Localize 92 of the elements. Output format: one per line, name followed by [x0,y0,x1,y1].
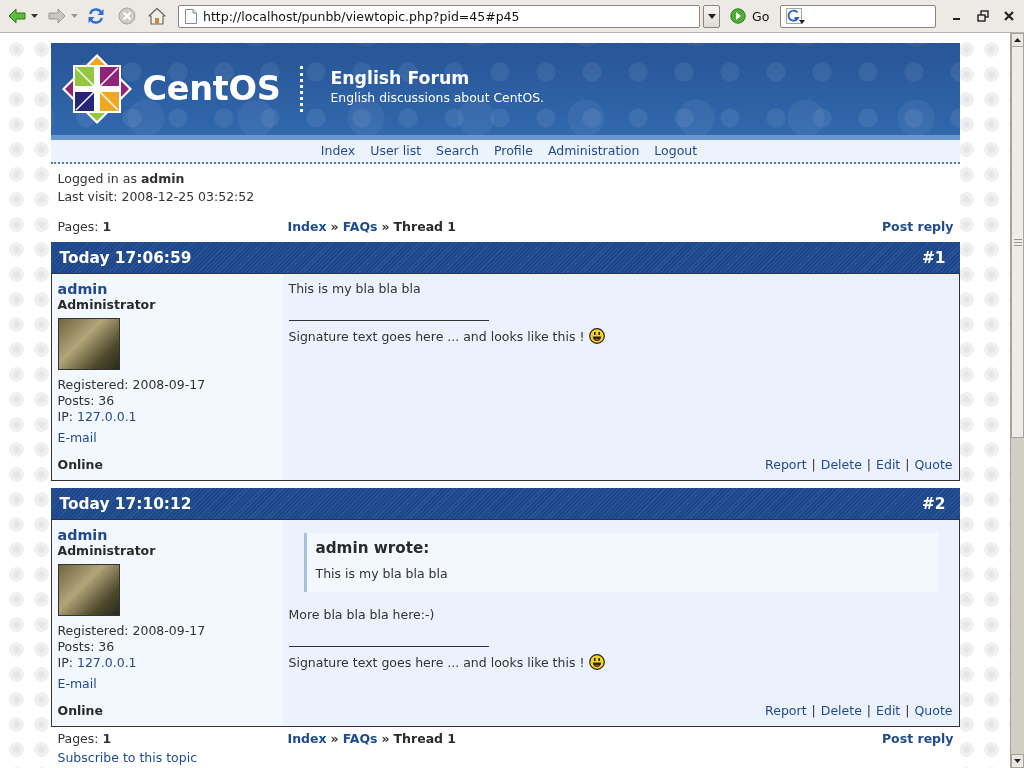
pages-label: Pages: 1 [57,730,113,748]
action-separator: | [811,457,816,473]
quote-author: admin wrote: [315,539,431,557]
pinwheel-logo-icon [60,53,133,125]
post-action-link[interactable]: Edit [876,457,901,473]
photo-placeholder [57,318,120,370]
dropdown-caret-icon[interactable] [31,14,38,18]
smiley-icon [589,328,606,344]
post-number[interactable]: #2 [921,494,946,513]
breadcrumb-separator: » [330,730,339,748]
breadcrumb-link[interactable]: Index [287,218,327,236]
last-visit: Last visit: 2008-12-25 03:52:52 [57,188,256,206]
post-action-link[interactable]: Report [765,703,807,719]
breadcrumb-current: Thread 1 [393,218,457,236]
forum-title: English Forum [330,67,471,89]
online-status: Online [57,457,103,473]
action-separator: | [811,703,816,719]
nav-link[interactable]: User list [370,140,422,162]
signature-text: Signature text goes here ... and looks like this ! [288,328,585,346]
forward-arrow-icon[interactable] [48,7,66,25]
go-button[interactable]: Go [730,8,770,24]
url-field[interactable]: http://localhost/punbb/viewtopic.php?pid=45#p45 [178,4,700,28]
registered-date: Registered: 2008-09-17 [57,623,206,639]
nav-link[interactable]: Profile [494,140,533,162]
home-icon[interactable] [148,7,166,25]
breadcrumb-separator: » [330,218,339,236]
online-status: Online [57,703,103,719]
breadcrumb-current: Thread 1 [393,730,457,748]
subscribe-link[interactable]: Subscribe to this topic [57,750,198,766]
search-field[interactable] [780,4,937,28]
post-action-link[interactable]: Delete [820,703,862,719]
url-dropdown-button[interactable] [703,4,720,28]
author-name[interactable]: admin [57,280,108,298]
close-icon[interactable] [1003,10,1016,22]
scroll-thumb[interactable] [1011,47,1024,438]
stop-icon[interactable] [118,7,136,25]
caret-down-icon [1014,759,1021,763]
smiley-icon [589,654,606,670]
post-count: Posts: 36 [57,393,115,409]
photo-placeholder [57,564,120,616]
breadcrumb-link[interactable]: Index [287,730,327,748]
post-action-link[interactable]: Delete [820,457,862,473]
message-text: This is my bla bla bla [288,280,422,298]
ip-link[interactable]: 127.0.0.1 [76,409,137,425]
action-separator: | [866,457,872,473]
breadcrumb-link[interactable]: FAQs [342,218,378,236]
pages-label: Pages: 1 [57,218,113,236]
action-separator: | [905,457,910,473]
search-engine-icon [786,7,807,25]
post-time: Today 17:10:12 [59,494,192,513]
page-icon [185,8,197,24]
caret-up-icon [1014,38,1021,42]
author-role: Administrator [57,298,156,312]
breadcrumb-link[interactable]: FAQs [342,730,378,748]
email-link[interactable]: E-mail [57,676,97,692]
post-number[interactable]: #1 [921,248,946,267]
scroll-up-button[interactable] [1011,33,1024,47]
author-role: Administrator [57,544,156,558]
ip-label: IP: [57,655,73,671]
email-link[interactable]: E-mail [57,430,97,446]
quote-text: This is my bla bla bla [315,565,449,583]
login-status: Logged in as admin [57,170,186,188]
ip-link[interactable]: 127.0.0.1 [76,655,137,671]
post-count: Posts: 36 [57,639,115,655]
maximize-icon[interactable] [977,10,990,22]
nav-link[interactable]: Search [436,140,479,162]
post-action-link[interactable]: Report [765,457,807,473]
breadcrumb-separator: » [381,730,390,748]
forum-description: English discussions about CentOS. [330,89,544,107]
nav-link[interactable]: Administration [547,140,640,162]
action-separator: | [905,703,910,719]
ip-label: IP: [57,409,73,425]
signature-text: Signature text goes here ... and looks like this ! [288,654,585,672]
logo-text: CentOS [142,69,281,109]
message-text: More bla bla bla here:-) [288,606,436,624]
post-action-link[interactable]: Quote [914,703,953,719]
caret-down-icon [707,13,716,19]
post-reply-link[interactable]: Post reply [881,730,954,748]
registered-date: Registered: 2008-09-17 [57,377,206,393]
nav-link[interactable]: Logout [654,140,698,162]
nav-link[interactable]: Index [320,140,356,162]
action-separator: | [866,703,872,719]
grip-icon [1013,238,1022,246]
back-arrow-icon[interactable] [8,7,26,25]
author-name[interactable]: admin [57,526,108,544]
post-action-link[interactable]: Edit [876,703,901,719]
breadcrumb-separator: » [381,218,390,236]
scroll-down-button[interactable] [1011,754,1024,768]
post-time: Today 17:06:59 [59,248,192,267]
reload-icon[interactable] [87,7,105,25]
post-action-link[interactable]: Quote [914,457,953,473]
post-reply-link[interactable]: Post reply [881,218,954,236]
